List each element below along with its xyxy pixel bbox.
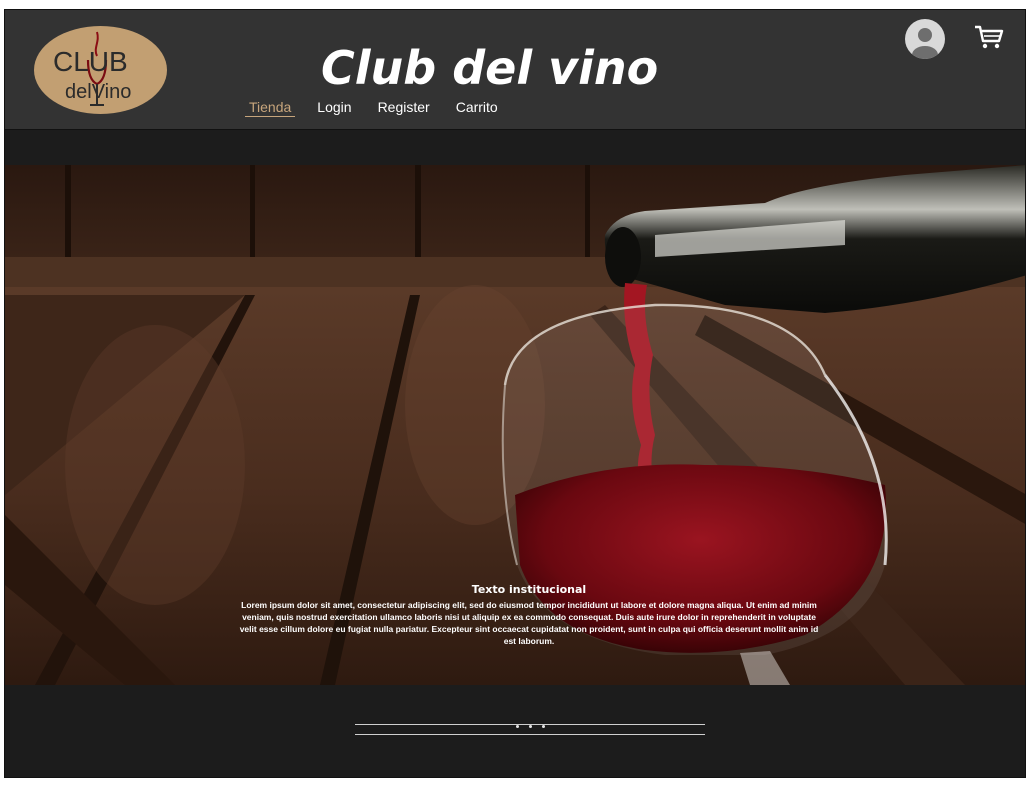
club-del-vino-logo[interactable]: CLUB delVino [34, 26, 167, 114]
shopping-cart-icon[interactable] [973, 23, 1005, 51]
carousel-dot-2[interactable] [528, 725, 532, 728]
hero-text-block: Texto institucional Lorem ipsum dolor si… [235, 583, 823, 647]
carousel-dot-1[interactable] [515, 725, 519, 728]
site-title: Club del vino [321, 41, 659, 95]
nav-item-login[interactable]: Login [313, 99, 355, 117]
logo-delvino-text: delVino [65, 81, 132, 103]
hero-body: Lorem ipsum dolor sit amet, consectetur … [239, 600, 819, 646]
nav-item-tienda[interactable]: Tienda [245, 99, 296, 117]
main-nav: Tienda Login Register Carrito [245, 99, 520, 117]
page-frame: CLUB delVino Club del vino Tienda Login … [4, 9, 1026, 778]
user-avatar-icon[interactable] [905, 19, 945, 59]
hero-banner: Texto institucional Lorem ipsum dolor si… [5, 165, 1025, 685]
nav-item-register[interactable]: Register [374, 99, 434, 117]
hero-title: Texto institucional [471, 583, 587, 596]
carousel-dots [505, 725, 555, 728]
logo-club-text: CLUB [53, 46, 128, 77]
site-header: CLUB delVino Club del vino Tienda Login … [5, 10, 1025, 130]
carousel-dot-3[interactable] [541, 725, 545, 728]
footer-divider-bottom [355, 734, 705, 735]
nav-item-carrito[interactable]: Carrito [452, 99, 502, 117]
